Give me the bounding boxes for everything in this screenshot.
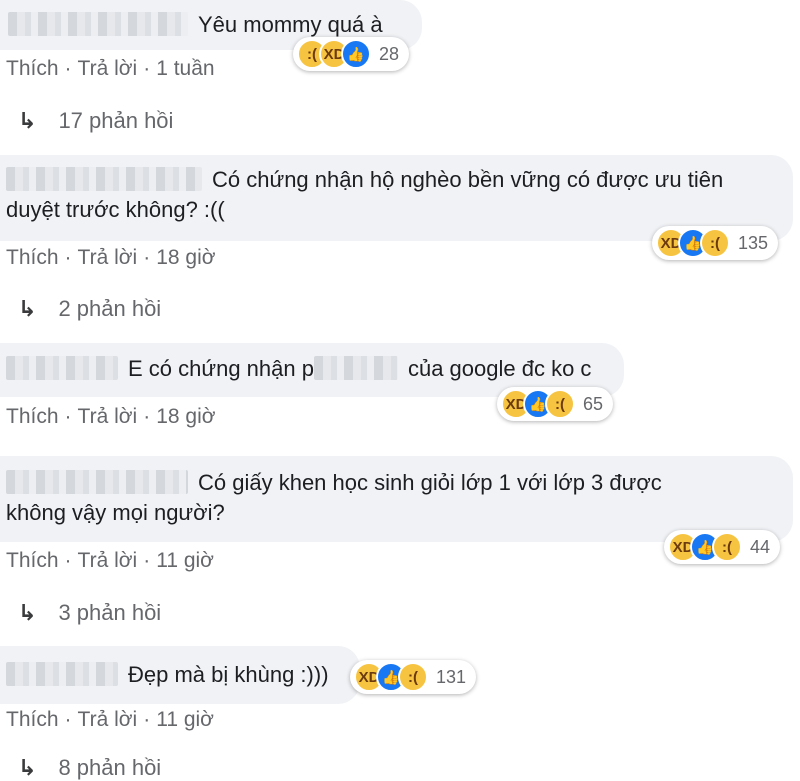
separator-dot: · (64, 246, 72, 269)
reaction-count: 44 (750, 536, 771, 557)
replies-count: 17 phản hồi (58, 108, 174, 133)
comment-text: Yêu mommy quá à (198, 12, 383, 37)
reply-link[interactable]: Trả lời (78, 246, 138, 269)
blurred-author-name (6, 167, 202, 192)
like-icon: 👍 (341, 39, 371, 69)
comment-text-line1: Có chứng nhận hộ nghèo bền vững có được … (212, 167, 724, 192)
comment-text-line1: Có giấy khen học sinh giỏi lớp 1 với lớp… (198, 470, 662, 495)
blurred-author-name (6, 470, 188, 495)
replies-count: 2 phản hồi (58, 296, 162, 321)
reply-link[interactable]: Trả lời (78, 57, 138, 80)
reply-link[interactable]: Trả lời (78, 405, 138, 428)
reply-arrow-icon: ↳ (18, 296, 37, 321)
comment-text-line2: không vậy mọi người? (6, 500, 225, 525)
sad-icon: :( (712, 532, 742, 562)
like-link[interactable]: Thích (6, 549, 59, 572)
comment-actions: Thích · Trả lời · 18 giờ (6, 405, 216, 429)
reply-link[interactable]: Trả lời (78, 549, 138, 572)
separator-dot: · (64, 549, 72, 572)
separator-dot: · (143, 57, 151, 80)
view-replies-link[interactable]: ↳ 17 phản hồi (18, 108, 173, 134)
comment-text-start: E có chứng nhận p (128, 356, 314, 381)
timestamp[interactable]: 18 giờ (156, 246, 215, 269)
reaction-count: 28 (379, 43, 400, 64)
comment-bubble: Đẹp mà bị khùng :))) (0, 646, 360, 704)
reaction-count: 135 (738, 232, 769, 253)
view-replies-link[interactable]: ↳ 3 phản hồi (18, 600, 161, 626)
comment-text-line2: duyệt trước không? :(( (6, 197, 225, 222)
replies-count: 8 phản hồi (58, 755, 162, 780)
comment-bubble: Có giấy khen học sinh giỏi lớp 1 với lớp… (0, 456, 793, 542)
view-replies-link[interactable]: ↳ 2 phản hồi (18, 296, 161, 322)
like-link[interactable]: Thích (6, 405, 59, 428)
comment-text: Đẹp mà bị khùng :))) (128, 662, 329, 687)
timestamp[interactable]: 18 giờ (156, 405, 215, 428)
reply-link[interactable]: Trả lời (78, 708, 138, 731)
comment-text-end: của google đc ko c (407, 356, 592, 381)
like-link[interactable]: Thích (6, 57, 59, 80)
sad-icon: :( (398, 662, 428, 692)
reaction-summary[interactable]: XD 👍 :( 65 (497, 387, 614, 421)
separator-dot: · (64, 57, 72, 80)
timestamp[interactable]: 11 giờ (156, 708, 214, 731)
blurred-author-name (6, 356, 118, 381)
separator-dot: · (143, 246, 151, 269)
like-link[interactable]: Thích (6, 708, 59, 731)
blurred-word (313, 356, 398, 381)
separator-dot: · (143, 708, 151, 731)
view-replies-link[interactable]: ↳ 8 phản hồi (18, 755, 161, 781)
sad-icon: :( (545, 389, 575, 419)
comment-actions: Thích · Trả lời · 11 giờ (6, 549, 214, 573)
blurred-author-name (8, 12, 188, 37)
timestamp[interactable]: 11 giờ (156, 549, 214, 572)
reaction-count: 65 (583, 393, 604, 414)
reaction-count: 131 (436, 666, 467, 687)
separator-dot: · (64, 708, 72, 731)
comment-actions: Thích · Trả lời · 18 giờ (6, 246, 216, 270)
reaction-summary[interactable]: XD 👍 :( 131 (350, 660, 477, 694)
comment-actions: Thích · Trả lời · 1 tuần (6, 57, 215, 81)
separator-dot: · (143, 549, 151, 572)
reaction-summary[interactable]: XD 👍 :( 135 (652, 226, 779, 260)
like-link[interactable]: Thích (6, 246, 59, 269)
reaction-summary[interactable]: :( XD 👍 28 (293, 37, 410, 71)
timestamp[interactable]: 1 tuần (156, 57, 214, 80)
reply-arrow-icon: ↳ (18, 108, 37, 133)
sad-icon: :( (700, 228, 730, 258)
comment-actions: Thích · Trả lời · 11 giờ (6, 708, 214, 732)
blurred-author-name (6, 662, 118, 687)
reply-arrow-icon: ↳ (18, 755, 37, 780)
separator-dot: · (143, 405, 151, 428)
replies-count: 3 phản hồi (58, 600, 162, 625)
reply-arrow-icon: ↳ (18, 600, 37, 625)
separator-dot: · (64, 405, 72, 428)
reaction-summary[interactable]: XD 👍 :( 44 (664, 530, 781, 564)
